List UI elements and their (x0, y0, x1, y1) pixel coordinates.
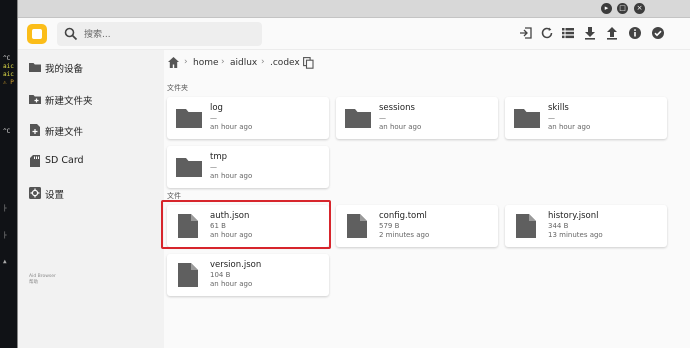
sidebar: 我的设备 新建文件夹 新建文件 SD Card 设置 Aid Browser 帮… (18, 50, 164, 348)
settings-icon (28, 186, 42, 200)
new-file-icon (28, 123, 42, 137)
file-icon (347, 214, 367, 238)
sidebar-item-new-file[interactable]: 新建文件 (18, 115, 164, 145)
terminal-line: ⚠ P (3, 79, 14, 86)
file-card[interactable]: history.jsonl 344 B 13 minutes ago (505, 205, 667, 247)
breadcrumb-item[interactable]: home (193, 58, 219, 68)
breadcrumb-separator: › (261, 57, 265, 67)
terminal-line: aic (3, 71, 14, 78)
file-name: history.jsonl (548, 211, 599, 221)
folder-card[interactable]: sessions — an hour ago (336, 97, 498, 139)
file-size: 344 B (548, 222, 569, 230)
folder-card[interactable]: log — an hour ago (167, 97, 329, 139)
file-name: config.toml (379, 211, 427, 221)
footer-help-link[interactable]: 帮助 (29, 280, 56, 286)
breadcrumb: › home › aidlux › .codex (164, 50, 690, 76)
file-size: 104 B (210, 271, 231, 279)
file-modified: 13 minutes ago (548, 231, 603, 239)
folder-size: — (548, 114, 555, 122)
sidebar-item-label: 设置 (45, 190, 65, 201)
sidebar-item-sd-card[interactable]: SD Card (18, 146, 164, 176)
folder-icon (514, 109, 540, 128)
file-browser-window: ▸ □ × 搜索... 我的设备 新建文件夹 新建文件 SD Card 设置 A… (17, 0, 690, 348)
file-name: version.json (210, 260, 262, 270)
title-bar: ▸ □ × (18, 0, 690, 18)
folder-size: — (379, 114, 386, 122)
refresh-icon[interactable] (540, 26, 554, 40)
folder-icon (28, 60, 42, 74)
folder-modified: an hour ago (210, 123, 253, 131)
sd-card-icon (28, 154, 42, 168)
folder-card[interactable]: skills — an hour ago (505, 97, 667, 139)
search-placeholder: 搜索... (84, 30, 111, 40)
sidebar-item-label: 新建文件 (45, 127, 84, 138)
folder-name: skills (548, 103, 569, 113)
home-icon[interactable] (167, 56, 180, 69)
copy-icon[interactable] (303, 57, 314, 69)
info-icon[interactable] (628, 26, 642, 40)
folder-name: tmp (210, 152, 228, 162)
file-icon (178, 263, 198, 287)
folder-size: — (210, 163, 217, 171)
new-folder-icon (28, 92, 42, 106)
breadcrumb-separator: › (184, 57, 188, 67)
file-card[interactable]: version.json 104 B an hour ago (167, 254, 329, 296)
toolbar: 搜索... (18, 18, 690, 50)
search-input[interactable]: 搜索... (57, 22, 262, 46)
check-icon[interactable] (651, 26, 665, 40)
folder-icon (345, 109, 371, 128)
import-icon[interactable] (519, 26, 533, 40)
download-icon[interactable] (583, 26, 597, 40)
file-modified: 2 minutes ago (379, 231, 430, 239)
sidebar-item-label: 新建文件夹 (45, 96, 93, 107)
folder-size: — (210, 114, 217, 122)
folders-section-label: 文件夹 (167, 84, 188, 92)
folder-name: log (210, 103, 223, 113)
close-icon[interactable]: × (634, 3, 645, 14)
sidebar-footer: Aid Browser 帮助 (29, 274, 56, 286)
background-terminal: ^C aic aic ⚠ P ^C ├ ├ ▲ (0, 0, 18, 348)
file-modified: an hour ago (210, 280, 253, 288)
list-view-icon[interactable] (561, 26, 575, 40)
selection-highlight-box (161, 200, 331, 249)
folder-card[interactable]: tmp — an hour ago (167, 146, 329, 188)
terminal-line: ^C (3, 128, 11, 135)
file-icon (516, 214, 536, 238)
terminal-line: ├ (3, 232, 7, 239)
sidebar-item-new-folder[interactable]: 新建文件夹 (18, 84, 164, 114)
file-size: 579 B (379, 222, 400, 230)
maximize-icon[interactable]: □ (617, 3, 628, 14)
terminal-line: ▲ (3, 258, 7, 265)
folder-modified: an hour ago (379, 123, 422, 131)
breadcrumb-item[interactable]: .codex (270, 58, 300, 68)
breadcrumb-separator: › (221, 57, 225, 67)
search-icon (64, 27, 78, 41)
folder-modified: an hour ago (210, 172, 253, 180)
terminal-line: ^C (3, 55, 11, 62)
app-logo-icon (27, 24, 47, 44)
breadcrumb-item[interactable]: aidlux (230, 58, 257, 68)
upload-icon[interactable] (605, 26, 619, 40)
folder-name: sessions (379, 103, 415, 113)
main-content: › home › aidlux › .codex 文件夹 log — an ho… (161, 50, 690, 348)
sidebar-item-label: 我的设备 (45, 64, 84, 75)
sidebar-item-label: SD Card (45, 155, 84, 166)
folder-icon (176, 158, 202, 177)
sidebar-item-settings[interactable]: 设置 (18, 178, 164, 208)
sidebar-item-my-device[interactable]: 我的设备 (18, 52, 164, 82)
restore-icon[interactable]: ▸ (601, 3, 612, 14)
file-card[interactable]: config.toml 579 B 2 minutes ago (336, 205, 498, 247)
terminal-line: ├ (3, 205, 7, 212)
folder-icon (176, 109, 202, 128)
terminal-line: aic (3, 63, 14, 70)
folder-modified: an hour ago (548, 123, 591, 131)
